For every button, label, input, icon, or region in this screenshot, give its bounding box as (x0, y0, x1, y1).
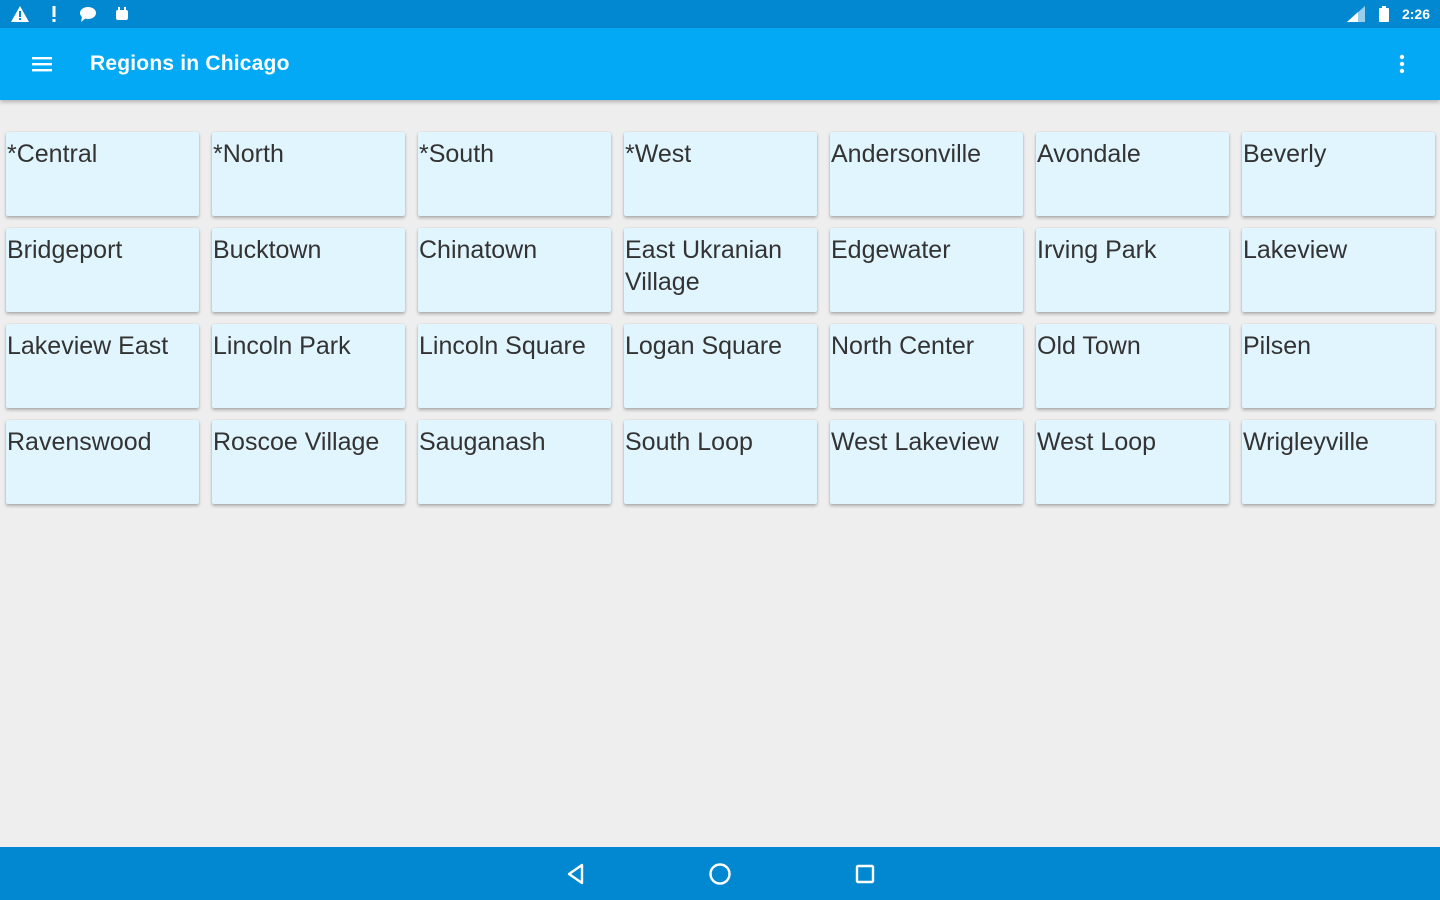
warning-icon (10, 4, 30, 24)
region-tile[interactable]: Lakeview (1242, 228, 1435, 312)
region-tile[interactable]: Lincoln Square (418, 324, 611, 408)
recents-button[interactable] (848, 857, 882, 891)
region-tile[interactable]: West Loop (1036, 420, 1229, 504)
region-tile[interactable]: Lakeview East (6, 324, 199, 408)
region-tile[interactable]: Beverly (1242, 132, 1435, 216)
hamburger-menu-icon (32, 57, 52, 72)
overflow-menu-button[interactable] (1382, 44, 1422, 84)
navigation-bar (0, 847, 1440, 900)
region-tile[interactable]: Bridgeport (6, 228, 199, 312)
hamburger-menu-button[interactable] (22, 44, 62, 84)
signal-icon (1346, 4, 1366, 24)
region-tile[interactable]: Ravenswood (6, 420, 199, 504)
battery-icon (1374, 4, 1394, 24)
back-button[interactable] (559, 857, 593, 891)
home-button[interactable] (703, 857, 737, 891)
region-tile[interactable]: North Center (830, 324, 1023, 408)
android-icon (112, 4, 132, 24)
region-tile[interactable]: Lincoln Park (212, 324, 405, 408)
region-tile[interactable]: Bucktown (212, 228, 405, 312)
region-tile[interactable]: East Ukranian Village (624, 228, 817, 312)
region-tile[interactable]: Edgewater (830, 228, 1023, 312)
app-bar: Regions in Chicago (0, 28, 1440, 100)
region-tile[interactable]: Avondale (1036, 132, 1229, 216)
chat-icon (78, 4, 98, 24)
region-tile[interactable]: Wrigleyville (1242, 420, 1435, 504)
region-tile[interactable]: *South (418, 132, 611, 216)
region-tile[interactable]: Pilsen (1242, 324, 1435, 408)
more-vertical-icon (1399, 54, 1405, 74)
region-tile[interactable]: *West (624, 132, 817, 216)
status-bar: 2:26 (0, 0, 1440, 28)
region-tile[interactable]: Logan Square (624, 324, 817, 408)
region-tile[interactable]: *North (212, 132, 405, 216)
region-grid: *Central *North *South *West Andersonville Av… (6, 132, 1436, 504)
alert-icon (44, 4, 64, 24)
region-tile[interactable]: West Lakeview (830, 420, 1023, 504)
notification-icons (10, 4, 132, 24)
back-icon (567, 863, 584, 885)
region-tile[interactable]: Old Town (1036, 324, 1229, 408)
region-tile[interactable]: *Central (6, 132, 199, 216)
region-tile[interactable]: South Loop (624, 420, 817, 504)
clock: 2:26 (1401, 6, 1430, 22)
region-tile[interactable]: Chinatown (418, 228, 611, 312)
page-title: Regions in Chicago (90, 52, 290, 75)
region-tile[interactable]: Sauganash (418, 420, 611, 504)
region-tile[interactable]: Andersonville (830, 132, 1023, 216)
system-status: 2:26 (1346, 4, 1430, 24)
home-icon (709, 863, 731, 885)
recents-icon (855, 864, 875, 884)
region-tile[interactable]: Roscoe Village (212, 420, 405, 504)
region-tile[interactable]: Irving Park (1036, 228, 1229, 312)
